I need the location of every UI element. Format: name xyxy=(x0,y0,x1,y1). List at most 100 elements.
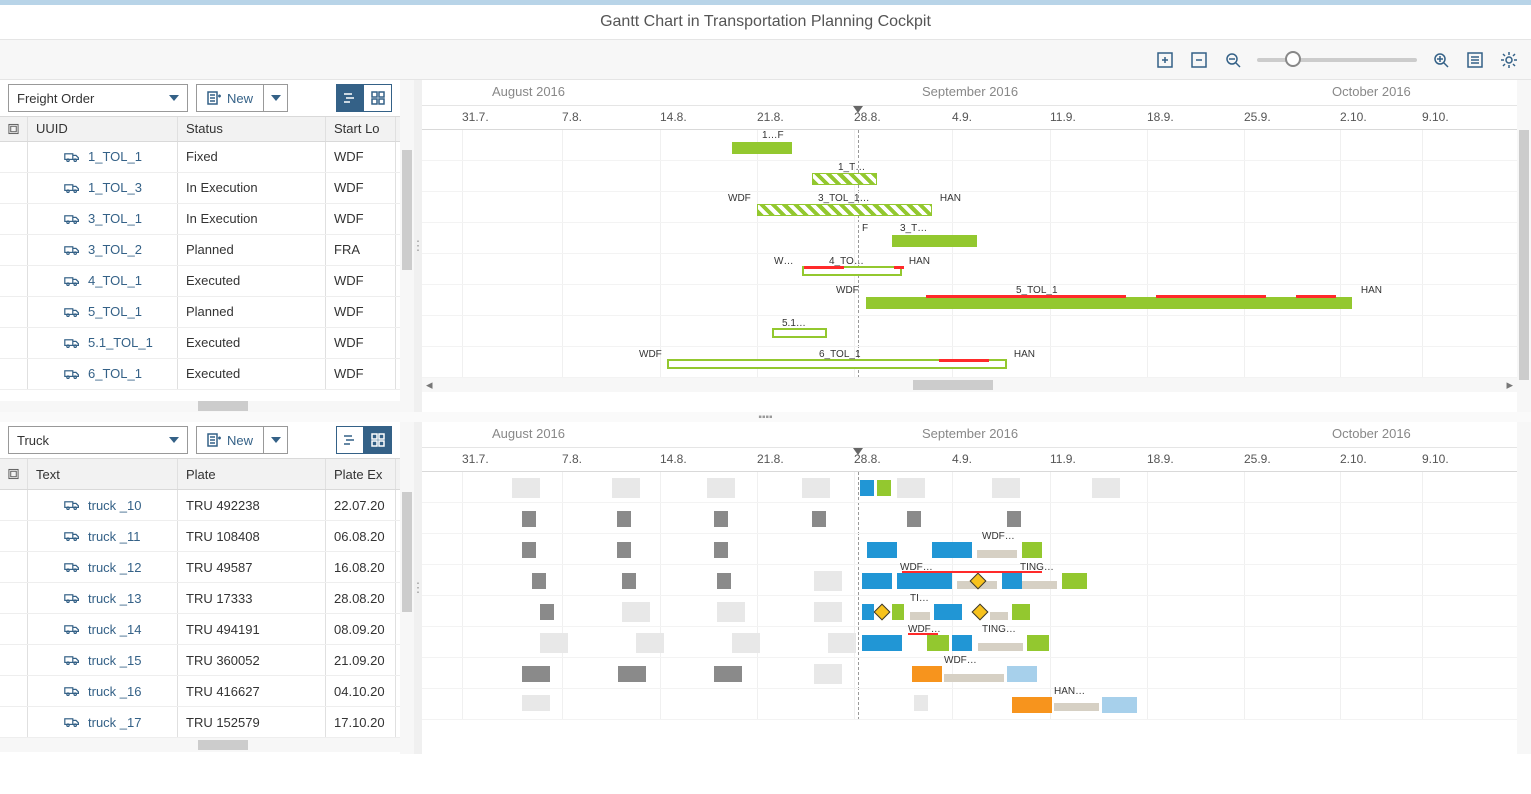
resource-block[interactable] xyxy=(992,478,1020,498)
truck-link[interactable]: truck _10 xyxy=(28,490,178,520)
col-start[interactable]: Start Lo xyxy=(326,117,396,141)
resource-block[interactable] xyxy=(934,604,962,620)
resource-block[interactable] xyxy=(860,480,874,496)
resource-block[interactable] xyxy=(714,666,742,682)
resource-block[interactable] xyxy=(867,542,897,558)
gantt-row[interactable]: WDF…TING… xyxy=(422,627,1517,658)
resource-block[interactable] xyxy=(912,666,942,682)
col-text[interactable]: Text xyxy=(28,459,178,489)
new-button[interactable]: New xyxy=(196,84,264,112)
resource-block[interactable] xyxy=(622,573,636,589)
truck-link[interactable]: truck _14 xyxy=(28,614,178,644)
resource-block[interactable] xyxy=(612,478,640,498)
resource-block[interactable] xyxy=(732,633,760,653)
truck-link[interactable]: truck _12 xyxy=(28,552,178,582)
gantt-bar[interactable]: 5_TOL_1WDFHAN xyxy=(866,297,1352,309)
gantt-row[interactable]: HAN… xyxy=(422,689,1517,720)
resource-block[interactable] xyxy=(522,695,550,711)
resource-block[interactable] xyxy=(862,635,902,651)
resource-block[interactable] xyxy=(1022,542,1042,558)
col-status[interactable]: Status xyxy=(178,117,326,141)
resource-block[interactable] xyxy=(1002,573,1022,589)
resource-block[interactable] xyxy=(512,478,540,498)
table-row[interactable]: 5_TOL_1PlannedWDF xyxy=(0,297,400,328)
gantt-row[interactable]: 6_TOL_1WDFHAN xyxy=(422,347,1517,378)
gantt-row[interactable]: 1_T… xyxy=(422,161,1517,192)
resource-block[interactable] xyxy=(812,511,826,527)
gantt-bar[interactable]: 5.1… xyxy=(772,328,827,338)
bottom-tree-vscroll[interactable] xyxy=(400,422,414,754)
gantt-row[interactable]: WDF… xyxy=(422,534,1517,565)
resource-block[interactable] xyxy=(927,635,949,651)
resource-block[interactable] xyxy=(1092,478,1120,498)
resource-block[interactable] xyxy=(814,602,842,622)
resource-block[interactable] xyxy=(914,695,928,711)
resource-block[interactable] xyxy=(1007,511,1021,527)
resource-block[interactable] xyxy=(714,511,728,527)
table-row[interactable]: truck _14TRU 49419108.09.20 xyxy=(0,614,400,645)
table-row[interactable]: truck _12TRU 4958716.08.20 xyxy=(0,552,400,583)
table-row[interactable]: truck _17TRU 15257917.10.20 xyxy=(0,707,400,738)
gantt-bar[interactable]: 6_TOL_1WDFHAN xyxy=(667,359,1007,369)
table-row[interactable]: truck _13TRU 1733328.08.20 xyxy=(0,583,400,614)
resource-block[interactable] xyxy=(717,573,731,589)
truck-link[interactable]: truck _13 xyxy=(28,583,178,613)
resource-block[interactable] xyxy=(802,478,830,498)
resource-block[interactable] xyxy=(977,550,1017,558)
view-toggle-gantt[interactable] xyxy=(336,84,364,112)
resource-block[interactable] xyxy=(522,666,550,682)
uuid-link[interactable]: 5_TOL_1 xyxy=(28,297,178,327)
uuid-link[interactable]: 4_TOL_1 xyxy=(28,266,178,296)
gantt-row[interactable]: 1…F xyxy=(422,130,1517,161)
gantt-row[interactable] xyxy=(422,472,1517,503)
resource-block[interactable] xyxy=(877,480,891,496)
table-row[interactable]: truck _15TRU 36005221.09.20 xyxy=(0,645,400,676)
resource-block[interactable] xyxy=(540,633,568,653)
table-row[interactable]: 3_TOL_2PlannedFRA xyxy=(0,235,400,266)
resource-block[interactable] xyxy=(892,604,904,620)
uuid-link[interactable]: 1_TOL_1 xyxy=(28,142,178,172)
resource-block[interactable] xyxy=(717,602,745,622)
legend-icon[interactable] xyxy=(1465,50,1485,70)
resource-block[interactable] xyxy=(1022,581,1057,589)
gantt-bar[interactable]: 1_T… xyxy=(812,173,877,185)
view-toggle-grid[interactable] xyxy=(364,426,392,454)
milestone-diamond[interactable] xyxy=(972,604,989,621)
resource-block[interactable] xyxy=(522,542,536,558)
truck-link[interactable]: truck _15 xyxy=(28,645,178,675)
resource-block[interactable] xyxy=(617,511,631,527)
resource-block[interactable] xyxy=(828,633,856,653)
uuid-link[interactable]: 6_TOL_1 xyxy=(28,359,178,389)
resource-block[interactable] xyxy=(522,511,536,527)
table-row[interactable]: truck _16TRU 41662704.10.20 xyxy=(0,676,400,707)
resource-block[interactable] xyxy=(1007,666,1037,682)
resource-block[interactable] xyxy=(1012,604,1030,620)
table-row[interactable]: truck _11TRU 10840806.08.20 xyxy=(0,521,400,552)
expand-out-icon[interactable] xyxy=(1189,50,1209,70)
resource-block[interactable] xyxy=(1012,697,1052,713)
table-row[interactable]: 1_TOL_3In ExecutionWDF xyxy=(0,173,400,204)
expand-all-icon[interactable] xyxy=(0,459,28,489)
resource-block[interactable] xyxy=(617,542,631,558)
top-gantt-hscroll[interactable]: ◂ ▸ xyxy=(422,378,1517,392)
resource-block[interactable] xyxy=(907,511,921,527)
bottom-table-hscroll[interactable] xyxy=(0,738,400,752)
gantt-row[interactable]: WDF…TING… xyxy=(422,565,1517,596)
gantt-row[interactable]: TI… xyxy=(422,596,1517,627)
zoom-slider-thumb[interactable] xyxy=(1285,51,1301,67)
top-tree-vscroll[interactable] xyxy=(400,80,414,412)
uuid-link[interactable]: 1_TOL_3 xyxy=(28,173,178,203)
resource-block[interactable] xyxy=(532,573,546,589)
gantt-bar[interactable]: 1…F xyxy=(732,142,792,154)
resource-block[interactable] xyxy=(636,633,664,653)
gantt-row[interactable]: 3_TOL_1…WDFHAN xyxy=(422,192,1517,223)
vertical-splitter-bottom[interactable] xyxy=(414,422,422,754)
resource-type-dropdown[interactable]: Truck xyxy=(8,426,188,454)
bottom-gantt-vscroll[interactable] xyxy=(1517,422,1531,754)
uuid-link[interactable]: 3_TOL_2 xyxy=(28,235,178,265)
vertical-splitter-top[interactable] xyxy=(414,80,422,412)
truck-link[interactable]: truck _17 xyxy=(28,707,178,737)
resource-block[interactable] xyxy=(540,604,554,620)
resource-block[interactable] xyxy=(862,604,874,620)
resource-block[interactable] xyxy=(897,573,952,589)
